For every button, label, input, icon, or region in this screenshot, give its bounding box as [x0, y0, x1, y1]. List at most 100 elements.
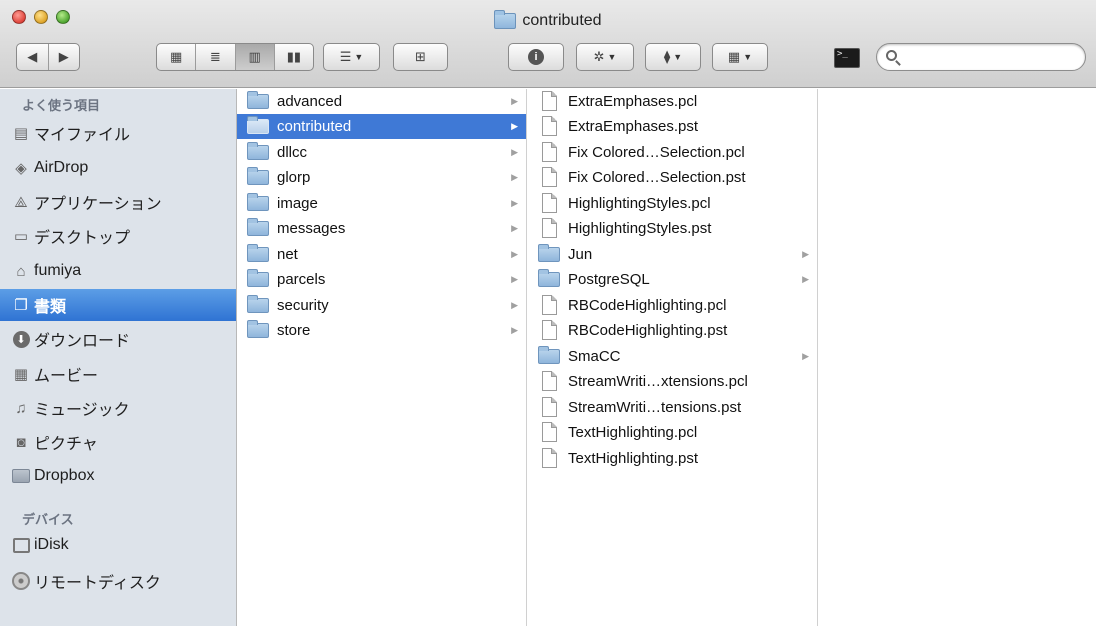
item-label: net	[277, 246, 298, 263]
list-item[interactable]: contributed ▶	[237, 114, 526, 139]
chevron-down-icon: ▼	[354, 52, 364, 62]
list-item[interactable]: messages ▶	[237, 216, 526, 241]
list-item[interactable]: RBCodeHighlighting.pcl	[528, 293, 817, 318]
list-item[interactable]: dllcc ▶	[237, 140, 526, 165]
list-item[interactable]: image ▶	[237, 191, 526, 216]
coverflow-view-icon: ▮▮	[286, 49, 302, 64]
search-icon	[886, 50, 897, 61]
applications-icon: ⟁	[14, 193, 28, 211]
browser-column-1: advanced ▶ contributed ▶ dllcc ▶ glorp ▶ ima…	[237, 89, 527, 626]
item-label: image	[277, 195, 318, 212]
remote-disc-icon	[12, 572, 30, 590]
folder-icon	[247, 116, 269, 134]
list-item[interactable]: glorp ▶	[237, 165, 526, 190]
item-label: advanced	[277, 93, 343, 110]
list-view-button[interactable]: ≣	[196, 44, 236, 70]
column-view-button[interactable]: ▥	[235, 44, 275, 70]
list-item[interactable]: security ▶	[237, 293, 526, 318]
sidebar-item-all-my-files[interactable]: ▤ マイファイル	[0, 117, 236, 149]
item-label: contributed	[277, 118, 352, 135]
list-item[interactable]: Jun ▶	[528, 242, 817, 267]
disclosure-arrow-icon: ▶	[511, 300, 518, 310]
forward-button[interactable]: ▶	[49, 44, 80, 70]
disclosure-arrow-icon: ▶	[511, 198, 518, 208]
action-button[interactable]: ✲ ▼	[576, 43, 634, 71]
columns-button[interactable]: ▦ ▼	[712, 43, 768, 71]
list-item[interactable]: store ▶	[237, 318, 526, 343]
item-label: StreamWriti…tensions.pst	[568, 399, 742, 416]
new-folder-button[interactable]: ⊞	[393, 43, 448, 71]
list-item[interactable]: net ▶	[237, 242, 526, 267]
list-item[interactable]: TextHighlighting.pst	[528, 446, 817, 471]
icon-view-button[interactable]: ▦	[157, 44, 197, 70]
item-label: parcels	[277, 271, 326, 288]
item-label: HighlightingStyles.pcl	[568, 195, 711, 212]
disclosure-arrow-icon: ▶	[511, 274, 518, 284]
sidebar-item-label: iDisk	[34, 536, 69, 553]
list-item[interactable]: StreamWriti…xtensions.pcl	[528, 369, 817, 394]
home-icon: ⌂	[16, 262, 26, 280]
document-icon	[542, 295, 557, 315]
list-item[interactable]: ExtraEmphases.pcl	[528, 89, 817, 114]
document-icon	[542, 167, 557, 187]
airdrop-icon: ◈	[15, 160, 27, 177]
list-item[interactable]: PostgreSQL ▶	[528, 267, 817, 292]
document-icon	[542, 320, 557, 340]
item-label: RBCodeHighlighting.pst	[568, 322, 728, 339]
list-item[interactable]: SmaCC ▶	[528, 344, 817, 369]
all-my-files-icon: ▤	[13, 125, 29, 142]
folder-icon	[538, 244, 560, 262]
search-field[interactable]	[876, 43, 1086, 71]
sidebar-item-music[interactable]: ♫ ミュージック	[0, 392, 236, 424]
back-button[interactable]: ◀	[17, 44, 49, 70]
sidebar-item-dropbox[interactable]: Dropbox	[0, 460, 236, 492]
list-item[interactable]: RBCodeHighlighting.pst	[528, 318, 817, 343]
list-item[interactable]: parcels ▶	[237, 267, 526, 292]
sidebar-item-home[interactable]: ⌂ fumiya	[0, 255, 236, 287]
document-icon	[542, 91, 557, 111]
list-item[interactable]: HighlightingStyles.pcl	[528, 191, 817, 216]
document-icon	[542, 371, 557, 391]
item-label: glorp	[277, 169, 311, 186]
disclosure-arrow-icon: ▶	[511, 223, 518, 233]
list-item[interactable]: StreamWriti…tensions.pst	[528, 395, 817, 420]
back-forward-control: ◀ ▶	[16, 43, 80, 71]
list-item[interactable]: ExtraEmphases.pst	[528, 114, 817, 139]
sidebar-item-pictures[interactable]: ◙ ピクチャ	[0, 426, 236, 458]
sidebar-item-label: Dropbox	[34, 467, 95, 484]
sidebar-item-airdrop[interactable]: ◈ AirDrop	[0, 152, 236, 184]
info-icon: i	[528, 49, 544, 65]
list-item[interactable]: HighlightingStyles.pst	[528, 216, 817, 241]
list-item[interactable]: TextHighlighting.pcl	[528, 420, 817, 445]
list-item[interactable]: advanced ▶	[237, 89, 526, 114]
browser-column-3[interactable]	[819, 89, 1096, 626]
pictures-icon: ◙	[16, 433, 26, 451]
item-label: Fix Colored…Selection.pcl	[568, 144, 745, 161]
disk-box-icon	[12, 537, 30, 553]
downloads-glyph: ⬇	[12, 330, 30, 348]
sidebar-item-downloads[interactable]: ⬇ ダウンロード	[0, 323, 236, 355]
terminal-icon[interactable]: >_	[834, 48, 860, 68]
list-item[interactable]: Fix Colored…Selection.pcl	[528, 140, 817, 165]
sidebar-item-movies[interactable]: ▦ ムービー	[0, 358, 236, 390]
item-label: Fix Colored…Selection.pst	[568, 169, 746, 186]
sidebar-item-idisk[interactable]: iDisk	[0, 529, 236, 561]
arrange-button[interactable]: ☰ ▼	[323, 43, 380, 71]
list-item[interactable]: Fix Colored…Selection.pst	[528, 165, 817, 190]
sidebar-item-label: アプリケーション	[34, 196, 162, 213]
window-title-text: contributed	[522, 12, 602, 29]
sidebar-item-label: 書類	[34, 299, 67, 316]
sidebar-item-label: リモートディスク	[34, 575, 161, 592]
sidebar-item-applications[interactable]: ⟁ アプリケーション	[0, 186, 236, 218]
sidebar-item-documents[interactable]: ❐ 書類	[0, 289, 236, 321]
forward-arrow-icon: ▶	[58, 49, 69, 64]
sidebar-item-label: ピクチャ	[34, 436, 98, 453]
sidebar-item-desktop[interactable]: ▭ デスクトップ	[0, 220, 236, 252]
coverflow-view-button[interactable]: ▮▮	[275, 44, 313, 70]
dropbox-button[interactable]: ⧫ ▼	[645, 43, 701, 71]
chevron-down-icon: ▼	[607, 52, 617, 62]
item-label: StreamWriti…xtensions.pcl	[568, 373, 748, 390]
document-icon	[542, 422, 557, 442]
get-info-button[interactable]: i	[508, 43, 564, 71]
sidebar-item-remote-disc[interactable]: リモートディスク	[0, 565, 236, 597]
